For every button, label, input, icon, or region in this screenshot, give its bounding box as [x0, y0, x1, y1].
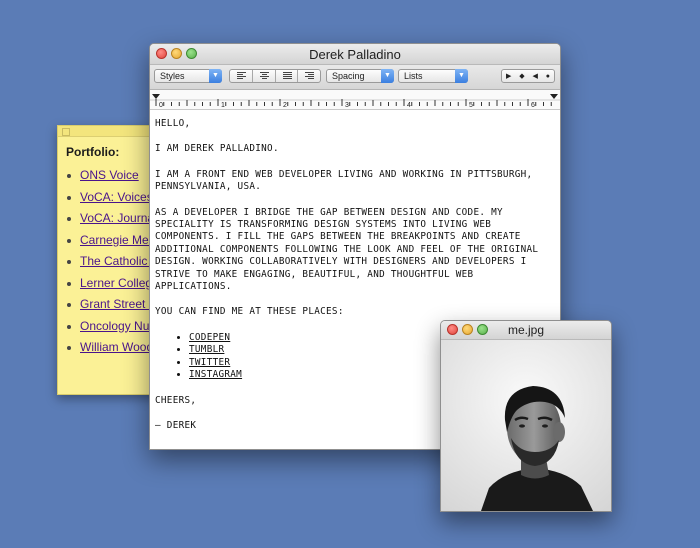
align-justify-button[interactable] — [276, 70, 299, 82]
portfolio-link[interactable]: William Woods — [80, 340, 159, 354]
left-margin-marker-icon[interactable] — [152, 94, 160, 99]
tumblr-link[interactable]: TUMBLR — [189, 344, 224, 355]
align-center-icon — [259, 72, 269, 80]
window-title: Derek Palladino — [309, 47, 401, 62]
intro-text: I AM DEREK PALLADINO. — [155, 143, 279, 155]
portfolio-link[interactable]: VoCA: Journal — [80, 211, 157, 225]
codepen-link[interactable]: CODEPEN — [189, 332, 230, 343]
bullet-icon — [67, 174, 71, 178]
bio-paragraph: I AM A FRONT END WEB DEVELOPER LIVING AN… — [155, 168, 533, 193]
ruler-label: 3 — [345, 102, 349, 109]
bullet-icon — [67, 238, 71, 243]
portfolio-link[interactable]: Lerner College — [80, 276, 159, 290]
align-left-button[interactable] — [230, 70, 253, 82]
ruler-scale: 0 1 2 3 4 5 6 — [150, 94, 560, 109]
greeting-text: HELLO, — [155, 118, 191, 129]
lists-label: Lists — [404, 71, 423, 81]
ruler-label: 1 — [221, 102, 225, 109]
bullet-icon — [67, 195, 71, 200]
sticky-close-icon[interactable] — [62, 128, 70, 136]
align-right-icon — [305, 72, 315, 80]
ruler-label: 0 — [159, 102, 163, 109]
image-viewer-window[interactable]: me.jpg — [440, 320, 612, 512]
alignment-control — [229, 69, 321, 83]
chevron-down-icon: ▼ — [381, 69, 394, 83]
lists-popup[interactable]: Lists ▼ — [398, 69, 468, 83]
find-me-text: YOU CAN FIND ME AT THESE PLACES: — [155, 306, 344, 318]
styles-popup[interactable]: Styles ▼ — [154, 69, 222, 83]
bullet-icon — [67, 217, 71, 221]
right-tab-icon[interactable]: ◀ — [533, 72, 538, 80]
format-toolbar: Styles ▼ Spacing ▼ Lists ▼ ▶ ◆ ◀ ● — [150, 65, 560, 90]
align-center-button[interactable] — [253, 70, 276, 82]
image-title-bar[interactable]: me.jpg — [441, 321, 611, 340]
align-right-button[interactable] — [298, 70, 320, 82]
bullet-icon — [67, 346, 71, 350]
right-margin-marker-icon[interactable] — [550, 94, 558, 99]
tab-stops-control: ▶ ◆ ◀ ● — [501, 69, 555, 83]
editor-title-bar[interactable]: Derek Palladino — [150, 44, 560, 65]
ruler-label: 4 — [407, 102, 411, 109]
decimal-tab-icon[interactable]: ● — [546, 73, 550, 80]
bullet-icon — [67, 324, 71, 329]
bullet-icon — [67, 260, 71, 264]
left-tab-icon[interactable]: ▶ — [506, 72, 511, 80]
ruler-label: 2 — [283, 102, 287, 109]
portfolio-link[interactable]: ONS Voice — [80, 168, 139, 182]
instagram-link[interactable]: INSTAGRAM — [189, 369, 242, 380]
spacing-label: Spacing — [332, 71, 365, 81]
align-left-icon — [237, 72, 246, 80]
chevron-down-icon: ▼ — [455, 69, 468, 83]
align-justify-icon — [282, 72, 292, 80]
profile-photo — [441, 340, 611, 511]
twitter-link[interactable]: TWITTER — [189, 357, 230, 368]
spacing-popup[interactable]: Spacing ▼ — [326, 69, 394, 83]
ruler-label: 5 — [469, 102, 473, 109]
developer-paragraph: AS A DEVELOPER I BRIDGE THE GAP BETWEEN … — [155, 206, 539, 293]
bullet-icon — [67, 281, 71, 286]
ruler-label: 6 — [531, 102, 535, 109]
styles-label: Styles — [160, 71, 185, 81]
image-window-title: me.jpg — [507, 323, 545, 337]
chevron-down-icon: ▼ — [209, 69, 222, 83]
bullet-icon — [67, 303, 71, 307]
ruler[interactable]: 0 1 2 3 4 5 6 — [150, 90, 560, 110]
center-tab-icon[interactable]: ◆ — [519, 72, 524, 80]
